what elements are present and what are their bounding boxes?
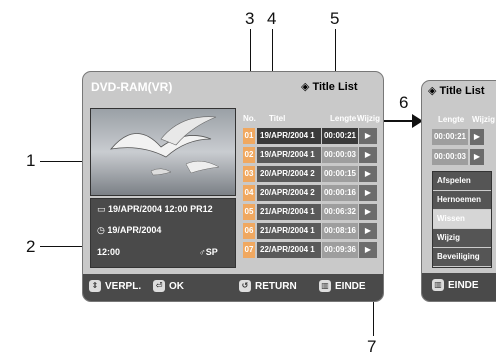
panel-title: DVD-RAM(VR) [91,80,173,94]
callout-7: 7 [367,337,377,356]
menu-key-icon: ▥ [432,279,444,291]
panel2-exit-button[interactable]: ▥ EINDE [432,279,479,291]
title-list-menu-panel: ◈ Title List Lengte Wijzig 00:00:21 ▶ 00… [421,80,496,302]
panel2-column-lengte: Lengte [438,115,465,124]
menu-item-beveiliging[interactable]: Beveiliging [433,248,491,267]
play-icon[interactable]: ▶ [359,147,377,163]
info-record-mode: SP [205,247,218,257]
title-row[interactable]: 05 21/APR/2004 1 00:06:32 ▶ [243,204,377,220]
play-icon[interactable]: ▶ [359,242,377,258]
menu-item-wijzig[interactable]: Wijzig [433,229,491,248]
record-mode-icon: ♂ [199,247,206,257]
menu-item-wissen[interactable]: Wissen [433,210,491,229]
panel2-row[interactable]: 00:00:21 ▶ [432,129,496,145]
info-date-program: 19/APR/2004 12:00 PR12 [108,204,213,214]
callout-1: 1 [26,151,36,170]
title-row[interactable]: 03 20/APR/2004 2 00:00:15 ▶ [243,166,377,182]
ok-button[interactable]: ⏎ OK [153,280,184,292]
title-row[interactable]: 07 22/APR/2004 1 00:09:36 ▶ [243,242,377,258]
play-icon[interactable]: ▶ [470,149,484,165]
play-icon[interactable]: ▶ [359,166,377,182]
info-time: 12:00 [97,247,121,257]
title-list-panel: DVD-RAM(VR) ◈ Title List ▭ 19/APR/2004 12… [82,71,384,302]
callout-3: 3 [245,9,255,28]
play-icon[interactable]: ▶ [359,185,377,201]
panel2-bottom-bar: ▥ EINDE [422,273,496,301]
title-info-box: ▭ 19/APR/2004 12:00 PR12 ◷ 19/APR/2004 1… [90,198,236,268]
info-date: 19/APR/2004 [107,225,162,235]
play-icon[interactable]: ▶ [359,128,377,144]
callout-5: 5 [330,9,340,28]
callout-1-line [40,161,88,162]
column-no: No. [243,114,256,123]
panel2-column-wijzig: Wijzig [472,115,496,124]
move-button[interactable]: ⇕ VERPL. [89,280,141,292]
menu-item-afspelen[interactable]: Afspelen [433,172,491,191]
play-icon[interactable]: ▶ [359,223,377,239]
preview-thumbnail [90,108,236,196]
column-lengte: Lengte [330,114,357,123]
callout-4: 4 [267,9,277,28]
enter-key-icon: ⏎ [153,280,165,292]
title-row[interactable]: 02 19/APR/2004 1 00:00:03 ▶ [243,147,377,163]
column-wijzig: Wijzig [357,114,381,123]
title-row[interactable]: 06 21/APR/2004 1 00:08:16 ▶ [243,223,377,239]
title-list-label: ◈ Title List [301,81,358,93]
title-row[interactable]: 01 19/APR/2004 1 00:00:21 ▶ [243,128,377,144]
disc-icon: ▭ [97,204,109,214]
updown-key-icon: ⇕ [89,280,101,292]
clock-icon: ◷ [97,225,108,235]
return-button[interactable]: ↺ RETURN [239,280,297,292]
callout-6: 6 [399,93,409,112]
play-icon[interactable]: ▶ [359,204,377,220]
return-icon: ↺ [239,280,251,292]
bottom-button-bar: ⇕ VERPL. ⏎ OK ↺ RETURN ▥ EINDE [83,274,383,301]
diamond-icon: ◈ [301,81,310,93]
panel2-row[interactable]: 00:00:03 ▶ [432,149,496,165]
panel2-title: ◈ Title List [428,85,485,97]
exit-button[interactable]: ▥ EINDE [319,280,366,292]
title-row[interactable]: 04 20/APR/2004 2 00:00:16 ▶ [243,185,377,201]
context-menu: Afspelen Hernoemen Wissen Wijzig Beveili… [432,171,492,268]
column-titel: Titel [269,114,286,123]
menu-key-icon: ▥ [319,280,331,292]
play-icon[interactable]: ▶ [470,129,484,145]
menu-item-hernoemen[interactable]: Hernoemen [433,191,491,210]
diamond-icon: ◈ [428,85,440,97]
callout-2: 2 [26,237,36,256]
